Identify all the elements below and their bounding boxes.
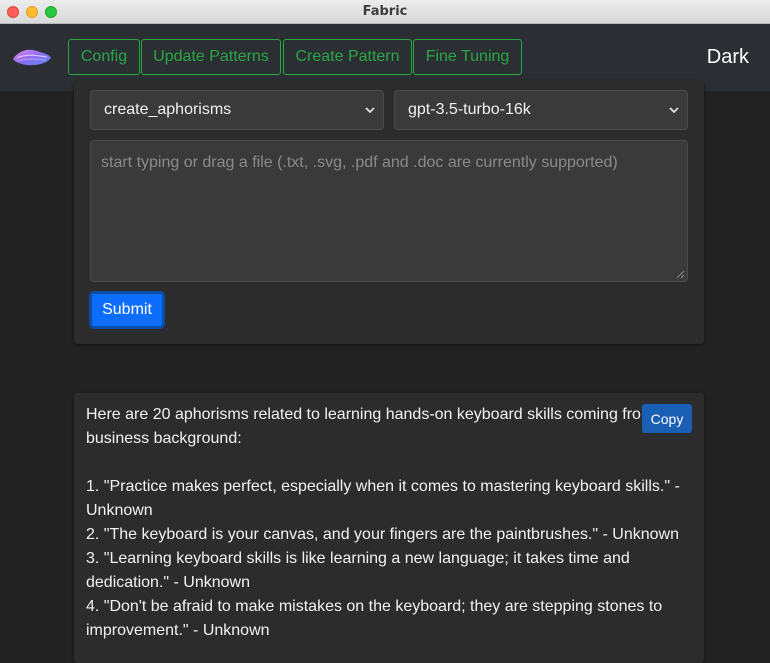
resize-grip-icon[interactable] (676, 270, 685, 279)
pattern-input-textarea[interactable]: start typing or drag a file (.txt, .svg,… (90, 140, 688, 282)
chevron-down-icon (669, 107, 679, 114)
window-title: Fabric (362, 4, 408, 19)
response-card: Here are 20 aphorisms related to learnin… (74, 393, 704, 663)
submit-button[interactable]: Submit (89, 291, 165, 329)
response-text: Here are 20 aphorisms related to learnin… (86, 406, 680, 639)
model-select-value: gpt-3.5-turbo-16k (408, 101, 531, 118)
update-patterns-button[interactable]: Update Patterns (141, 39, 281, 75)
fabric-logo-icon[interactable] (11, 44, 53, 70)
chevron-down-icon (365, 107, 375, 114)
pattern-form-card: create_aphorisms gpt-3.5-turbo-16k start… (74, 80, 704, 344)
copy-button[interactable]: Copy (642, 404, 692, 433)
pattern-select-value: create_aphorisms (104, 101, 232, 118)
window-titlebar: Fabric (0, 0, 770, 24)
fine-tuning-button[interactable]: Fine Tuning (413, 39, 522, 75)
create-pattern-button[interactable]: Create Pattern (283, 39, 412, 75)
config-button[interactable]: Config (68, 39, 140, 75)
theme-toggle[interactable]: Dark (707, 46, 749, 69)
pattern-select[interactable]: create_aphorisms (90, 90, 384, 130)
pattern-input-placeholder: start typing or drag a file (.txt, .svg,… (101, 154, 618, 171)
model-select[interactable]: gpt-3.5-turbo-16k (394, 90, 688, 130)
